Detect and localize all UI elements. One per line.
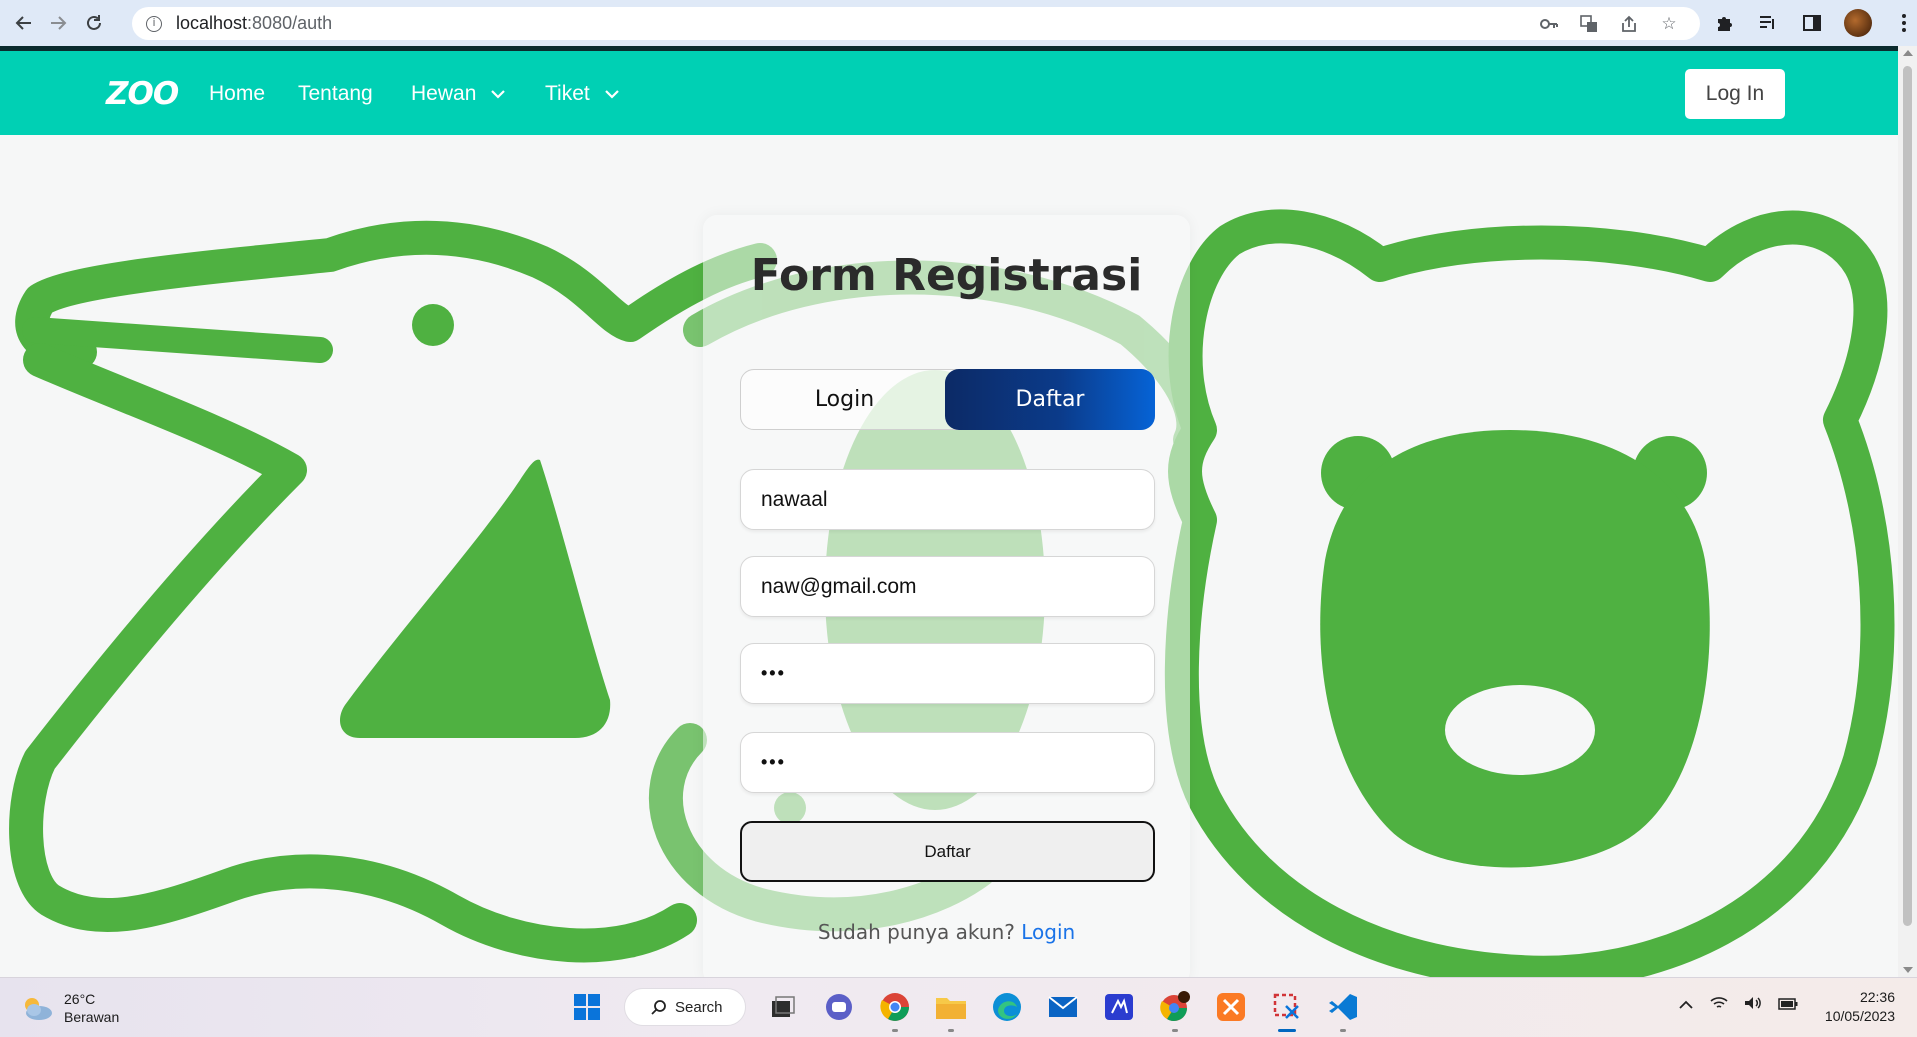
scroll-up-icon[interactable] [1903, 50, 1913, 56]
scroll-thumb[interactable] [1903, 66, 1912, 926]
login-prompt: Sudah punya akun? Login [817, 920, 1076, 944]
translate-icon[interactable] [1578, 14, 1600, 34]
reload-icon[interactable] [80, 9, 108, 37]
page-scrollbar[interactable] [1898, 46, 1917, 977]
weather-temp: 26°C [64, 991, 96, 1007]
cloudy-weather-icon [20, 994, 54, 1022]
windows-start-icon[interactable] [568, 988, 606, 1026]
screen: i localhost:8080/auth ☆ ZOO Home Tentang… [0, 0, 1917, 1037]
address-bar[interactable]: i localhost:8080/auth ☆ [132, 7, 1700, 40]
share-icon[interactable] [1618, 14, 1640, 34]
browser-toolbar: i localhost:8080/auth ☆ [0, 0, 1917, 46]
login-link[interactable]: Login [1021, 920, 1075, 944]
volume-icon[interactable] [1744, 995, 1762, 1014]
tab-login[interactable]: Login [741, 369, 948, 430]
xampp-icon[interactable] [1212, 988, 1250, 1026]
forward-icon[interactable] [44, 9, 72, 37]
username-field[interactable]: nawaal [740, 469, 1155, 530]
mail-icon[interactable] [1044, 988, 1082, 1026]
scroll-down-icon[interactable] [1903, 967, 1913, 973]
teams-chat-icon[interactable] [820, 988, 858, 1026]
auth-toggle: Login Daftar [740, 369, 1155, 430]
taskbar-search[interactable]: Search [624, 988, 746, 1026]
edge-icon[interactable] [988, 988, 1026, 1026]
zoo-logo[interactable]: ZOO [106, 76, 179, 112]
star-icon[interactable]: ☆ [1658, 14, 1680, 34]
form-title: Form Registrasi [750, 250, 1143, 301]
system-clock[interactable]: 22:36 10/05/2023 [1815, 988, 1895, 1026]
chevron-up-icon[interactable] [1678, 995, 1694, 1014]
wifi-icon[interactable] [1710, 995, 1728, 1014]
navbar-login-button[interactable]: Log In [1685, 69, 1785, 119]
task-view-icon[interactable] [764, 988, 802, 1026]
windows-taskbar: 26°C Berawan Search 22:36 10/05/2023 [0, 977, 1917, 1037]
password-field[interactable]: ••• [740, 643, 1155, 704]
back-icon[interactable] [10, 9, 38, 37]
app-icon[interactable] [1100, 988, 1138, 1026]
nav-link-hewan[interactable]: Hewan [411, 82, 508, 106]
tab-daftar[interactable]: Daftar [945, 369, 1155, 430]
chevron-down-icon [491, 90, 506, 99]
file-explorer-icon[interactable] [932, 988, 970, 1032]
weather-desc: Berawan [64, 1009, 120, 1025]
site-info-icon[interactable]: i [146, 15, 162, 32]
system-tray [1678, 995, 1798, 1014]
url-text[interactable]: localhost:8080/auth [176, 13, 332, 34]
weather-widget[interactable]: 26°C Berawan [20, 990, 119, 1026]
profile-avatar[interactable] [1844, 9, 1872, 37]
reading-list-icon[interactable] [1756, 11, 1780, 35]
nav-link-home[interactable]: Home [209, 82, 265, 106]
snipping-tool-icon[interactable] [1268, 988, 1306, 1032]
vscode-icon[interactable] [1324, 988, 1362, 1032]
side-panel-icon[interactable] [1800, 11, 1824, 35]
email-field[interactable]: naw@gmail.com [740, 556, 1155, 617]
chevron-down-icon [604, 90, 619, 99]
search-icon [651, 1000, 666, 1015]
confirm-password-field[interactable]: ••• [740, 732, 1155, 793]
daftar-submit-button[interactable]: Daftar [740, 821, 1155, 882]
chrome-profile-icon[interactable] [1156, 988, 1194, 1032]
nav-link-tentang[interactable]: Tentang [298, 82, 373, 106]
nav-link-tiket[interactable]: Tiket [545, 82, 622, 106]
registration-card: Form Registrasi Login Daftar nawaal naw@… [703, 215, 1190, 985]
chrome-icon[interactable] [876, 988, 914, 1032]
site-navbar: ZOO Home Tentang Hewan Tiket Log In [0, 51, 1898, 135]
menu-icon[interactable] [1892, 11, 1916, 35]
battery-icon[interactable] [1778, 995, 1798, 1014]
extensions-icon[interactable] [1712, 11, 1736, 35]
key-icon[interactable] [1538, 14, 1560, 34]
